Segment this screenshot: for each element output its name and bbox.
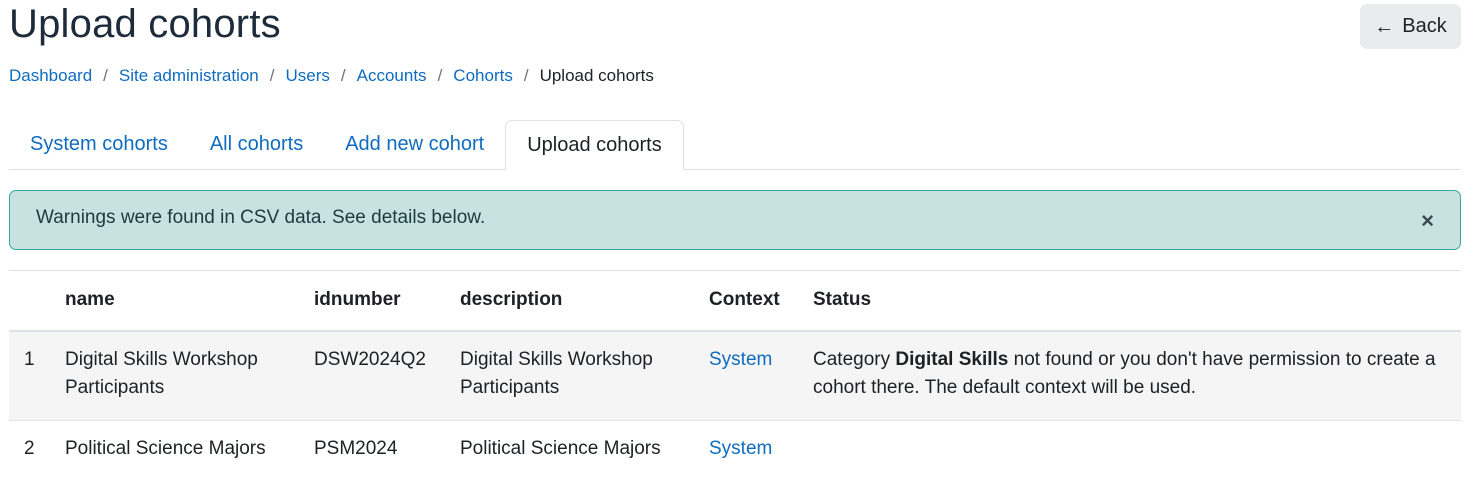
column-header-idnumber: idnumber <box>314 270 460 332</box>
tab-all-cohorts[interactable]: All cohorts <box>189 120 324 170</box>
breadcrumb-site-administration[interactable]: Site administration <box>119 66 259 86</box>
row-number: 1 <box>9 330 65 420</box>
breadcrumb-dashboard[interactable]: Dashboard <box>9 66 92 86</box>
context-link[interactable]: System <box>709 438 772 459</box>
breadcrumb-accounts[interactable]: Accounts <box>357 66 427 86</box>
page-title: Upload cohorts <box>9 2 281 46</box>
cohort-name: Political Science Majors <box>65 419 314 481</box>
cohort-idnumber: DSW2024Q2 <box>314 330 460 420</box>
breadcrumb-separator: / <box>103 66 108 85</box>
status-prefix: Category <box>813 348 896 370</box>
row-number: 2 <box>9 419 65 481</box>
column-header-context: Context <box>709 270 813 332</box>
table-header-row: name idnumber description Context Status <box>9 270 1461 332</box>
column-header-number <box>9 270 65 332</box>
cohort-context-cell: System <box>709 330 813 420</box>
warning-alert: Warnings were found in CSV data. See det… <box>9 190 1461 250</box>
cohort-idnumber: PSM2024 <box>314 419 460 481</box>
table-row: 2 Political Science Majors PSM2024 Polit… <box>9 419 1461 481</box>
breadcrumb-cohorts[interactable]: Cohorts <box>453 66 513 86</box>
status-category-name: Digital Skills <box>895 348 1009 370</box>
breadcrumb-current: Upload cohorts <box>539 66 654 85</box>
breadcrumb-users[interactable]: Users <box>285 66 329 86</box>
cohort-status: Category Digital Skills not found or you… <box>813 330 1461 420</box>
back-button-label: Back <box>1402 15 1447 37</box>
column-header-description: description <box>460 270 709 332</box>
context-link[interactable]: System <box>709 349 772 370</box>
arrow-left-icon: ← <box>1374 15 1395 38</box>
column-header-name: name <box>65 270 314 332</box>
breadcrumb-separator: / <box>269 66 275 85</box>
close-icon[interactable]: × <box>1421 210 1434 232</box>
tab-add-new-cohort[interactable]: Add new cohort <box>324 120 505 170</box>
cohort-status <box>813 419 1461 481</box>
tab-bar: System cohorts All cohorts Add new cohor… <box>9 120 1461 171</box>
tab-system-cohorts[interactable]: System cohorts <box>9 120 189 170</box>
breadcrumb-separator: / <box>437 66 443 85</box>
tab-upload-cohorts[interactable]: Upload cohorts <box>505 120 684 171</box>
breadcrumb: Dashboard / Site administration / Users … <box>9 66 654 86</box>
cohort-description: Political Science Majors <box>460 419 709 481</box>
alert-message: Warnings were found in CSV data. See det… <box>36 207 486 228</box>
back-button[interactable]: ← Back <box>1360 4 1461 49</box>
cohort-context-cell: System <box>709 419 813 481</box>
breadcrumb-separator: / <box>523 66 529 85</box>
breadcrumb-separator: / <box>340 66 346 85</box>
cohort-name: Digital Skills Workshop Participants <box>65 330 314 420</box>
column-header-status: Status <box>813 270 1461 332</box>
cohort-description: Digital Skills Workshop Participants <box>460 330 709 420</box>
csv-preview-table: name idnumber description Context Status… <box>9 270 1461 481</box>
table-row: 1 Digital Skills Workshop Participants D… <box>9 330 1461 420</box>
